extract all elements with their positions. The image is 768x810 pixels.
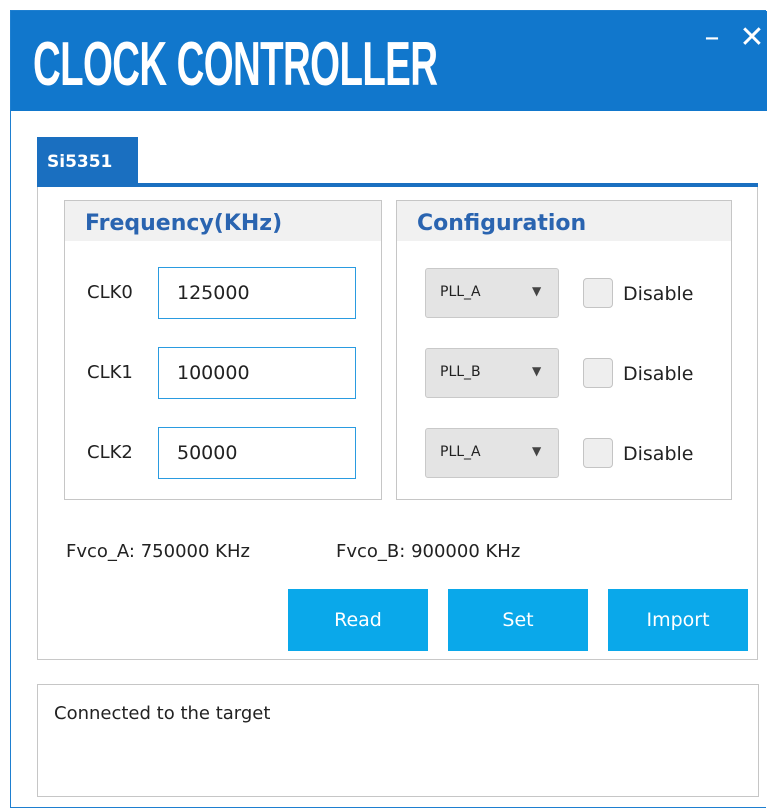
clk1-frequency-input[interactable]	[158, 347, 356, 399]
chevron-down-icon: ▼	[532, 444, 542, 458]
fvco-a-label: Fvco_A:	[66, 541, 135, 562]
configuration-header: Configuration	[397, 201, 731, 241]
clk2-pll-select[interactable]: PLL_A ▼	[425, 428, 559, 478]
clk0-pll-value: PLL_A	[440, 284, 481, 300]
configuration-group: Configuration PLL_A ▼ Disable PLL_B ▼ Di…	[396, 200, 732, 500]
clk2-disable-label: Disable	[623, 443, 694, 465]
clk0-pll-select[interactable]: PLL_A ▼	[425, 268, 559, 318]
fvco-a-value: 750000 KHz	[140, 541, 250, 562]
frequency-group: Frequency(KHz) CLK0 CLK1 CLK2	[64, 200, 382, 500]
read-button[interactable]: Read	[288, 589, 428, 651]
fvco-a-readout: Fvco_A: 750000 KHz	[66, 541, 250, 562]
clk1-disable-label: Disable	[623, 363, 694, 385]
fvco-b-value: 900000 KHz	[411, 541, 521, 562]
import-button[interactable]: Import	[608, 589, 748, 651]
app-window: CLOCK CONTROLLER – ✕ Si5351 Frequency(KH…	[10, 10, 767, 808]
set-button[interactable]: Set	[448, 589, 588, 651]
clk0-label: CLK0	[87, 282, 133, 303]
clk2-pll-value: PLL_A	[440, 444, 481, 460]
chevron-down-icon: ▼	[532, 364, 542, 378]
clk2-frequency-input[interactable]	[158, 427, 356, 479]
clk0-disable-label: Disable	[623, 283, 694, 305]
clk1-label: CLK1	[87, 362, 133, 383]
close-icon[interactable]: ✕	[737, 21, 767, 55]
app-title: CLOCK CONTROLLER	[33, 30, 438, 99]
fvco-b-label: Fvco_B:	[336, 541, 406, 562]
clk0-frequency-input[interactable]	[158, 267, 356, 319]
clk2-label: CLK2	[87, 442, 133, 463]
tab-si5351[interactable]: Si5351	[37, 137, 138, 183]
clk0-disable-checkbox[interactable]	[583, 278, 613, 308]
chevron-down-icon: ▼	[532, 284, 542, 298]
fvco-b-readout: Fvco_B: 900000 KHz	[336, 541, 520, 562]
clk1-pll-select[interactable]: PLL_B ▼	[425, 348, 559, 398]
status-message: Connected to the target	[54, 703, 271, 724]
frequency-header: Frequency(KHz)	[65, 201, 381, 241]
minimize-icon[interactable]: –	[697, 21, 727, 55]
clk1-pll-value: PLL_B	[440, 364, 481, 380]
title-bar: CLOCK CONTROLLER – ✕	[11, 11, 767, 111]
clk1-disable-checkbox[interactable]	[583, 358, 613, 388]
status-log: Connected to the target	[37, 684, 759, 797]
clk2-disable-checkbox[interactable]	[583, 438, 613, 468]
tab-panel: Frequency(KHz) CLK0 CLK1 CLK2 Configurat…	[37, 187, 758, 660]
